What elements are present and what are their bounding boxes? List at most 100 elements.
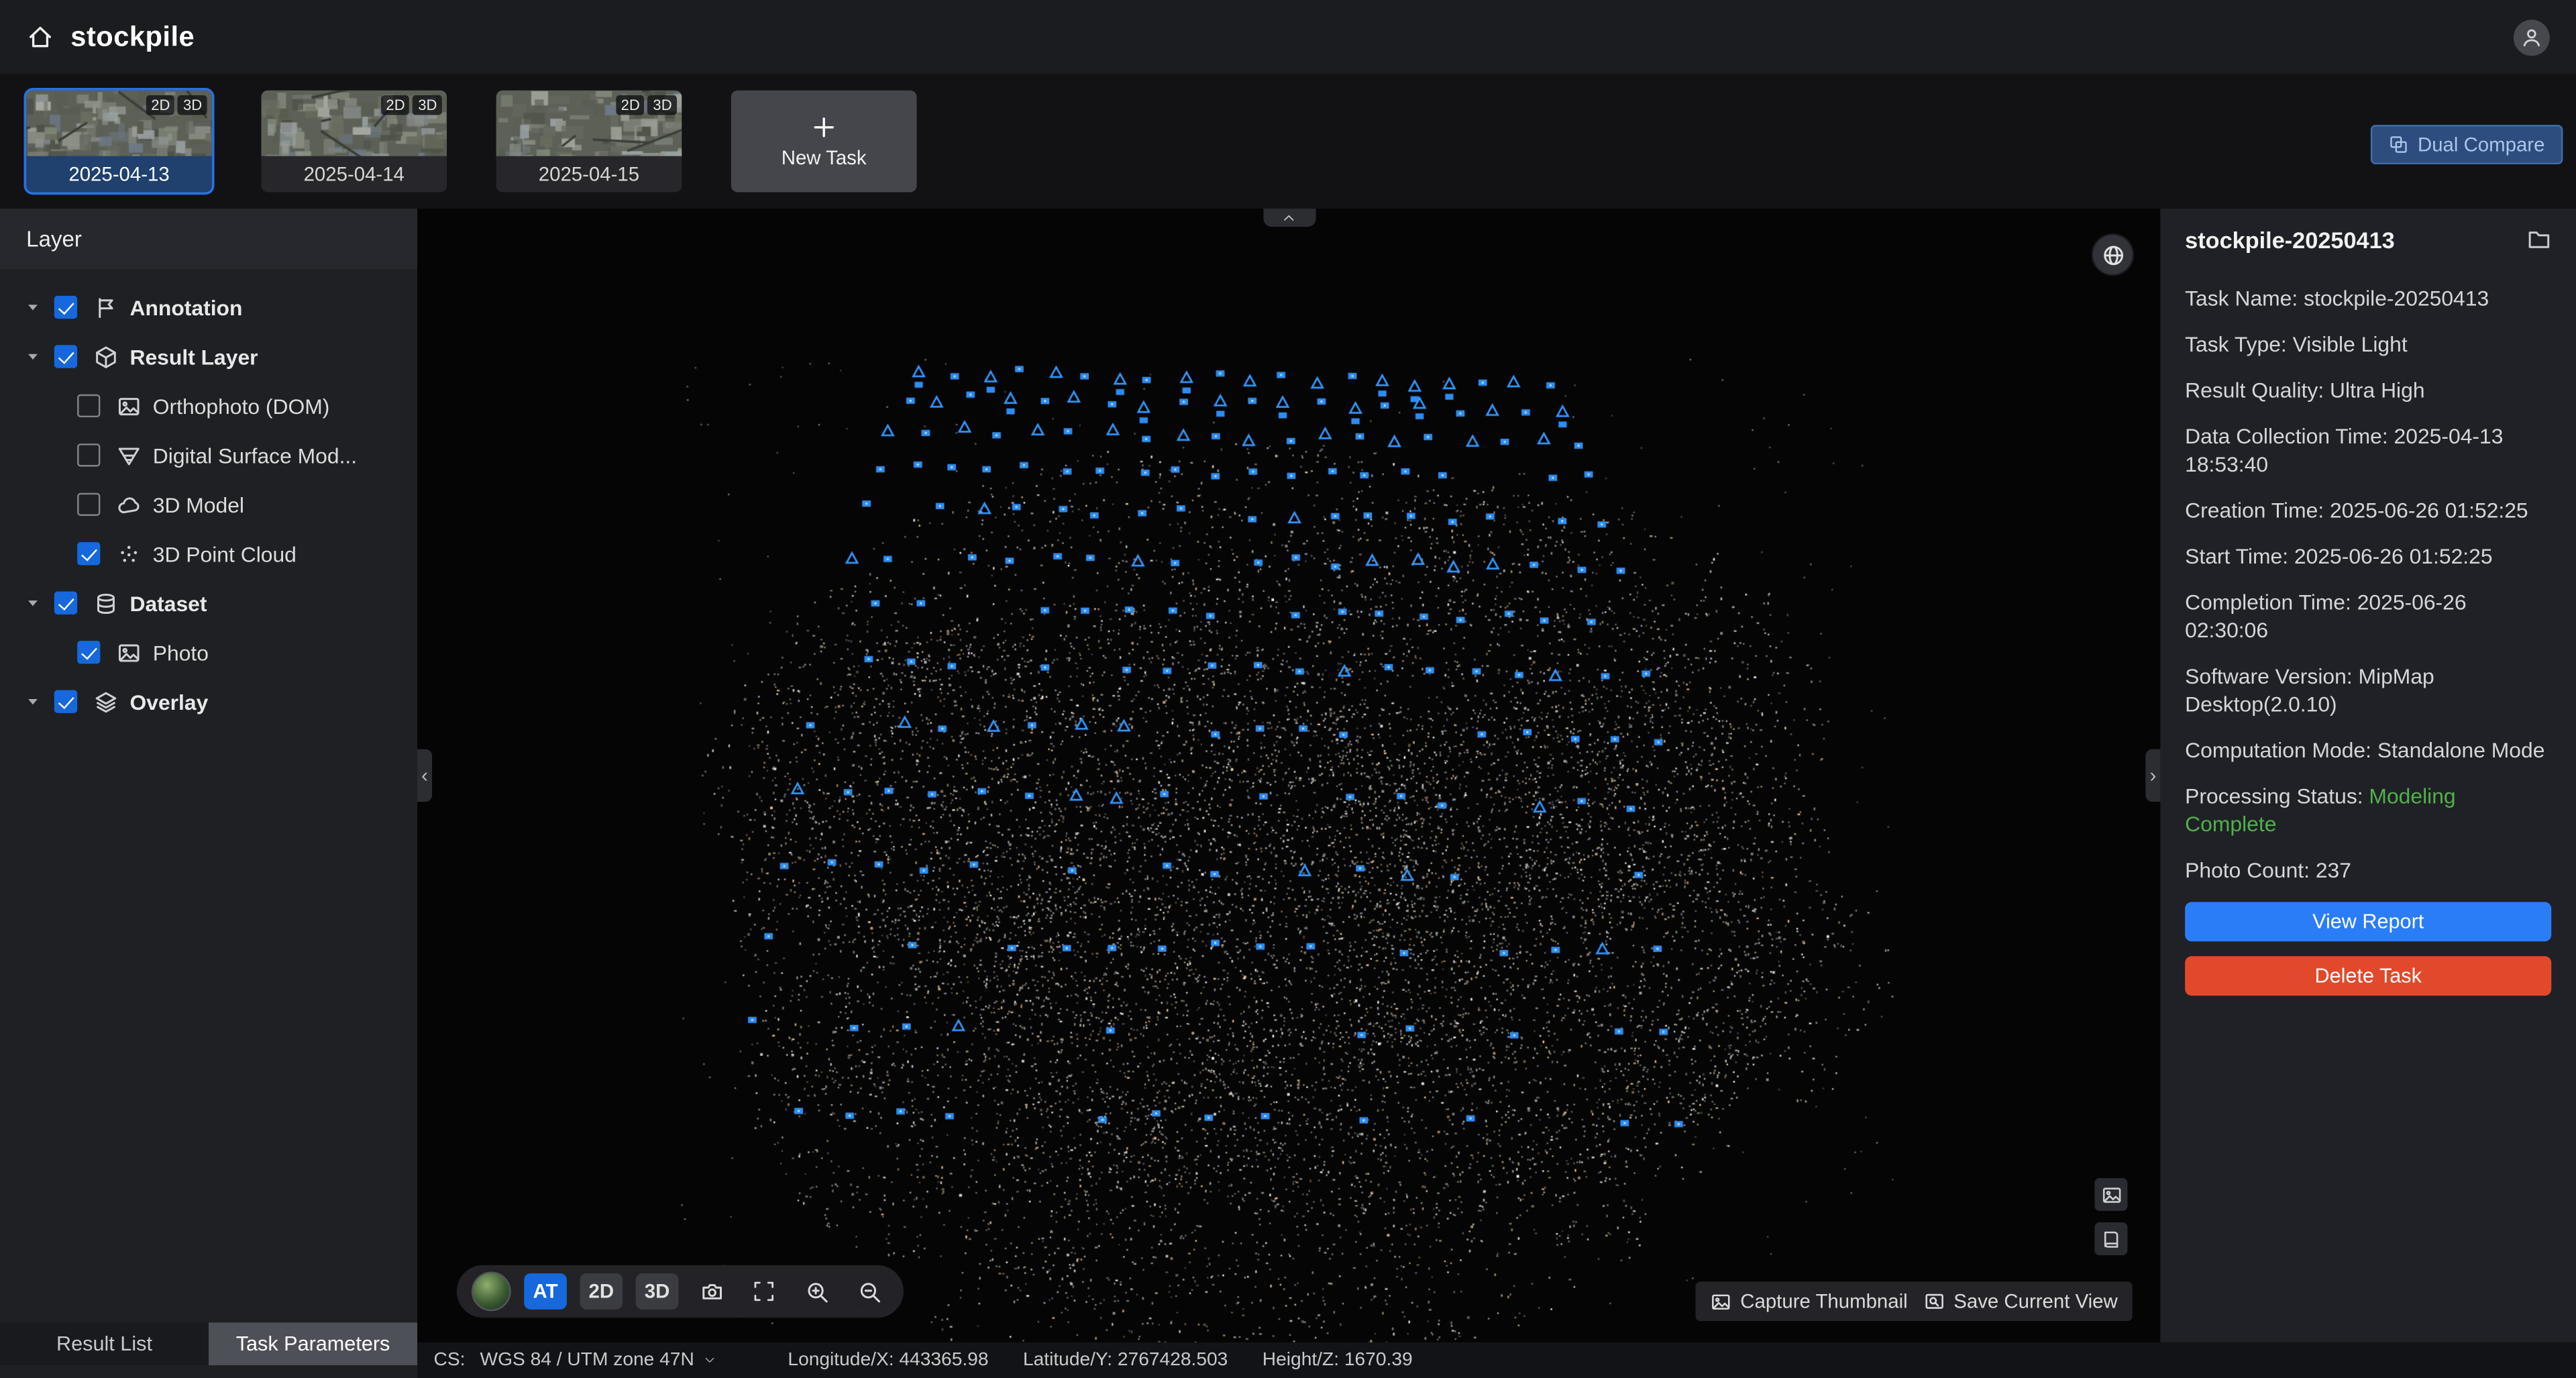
layer-item-digital-surface-mod[interactable]: Digital Surface Mod...: [0, 431, 417, 480]
layer-label: Digital Surface Mod...: [153, 443, 357, 468]
task-card-2025-04-13[interactable]: 2D3D2025-04-13: [26, 91, 212, 193]
save-current-view-label: Save Current View: [1953, 1289, 2117, 1312]
task-card-2025-04-15[interactable]: 2D3D2025-04-15: [496, 91, 682, 193]
checkbox-overlay[interactable]: [54, 690, 77, 713]
user-icon: [2520, 25, 2543, 48]
flag-icon: [93, 295, 117, 320]
layer-panel-title: Layer: [0, 209, 417, 270]
layer-item-result-layer[interactable]: Result Layer: [0, 332, 417, 381]
layer-label: 3D Model: [153, 492, 244, 517]
screenshot-button[interactable]: [692, 1273, 731, 1310]
mode-button-2d[interactable]: 2D: [580, 1273, 623, 1310]
checkbox-dataset[interactable]: [54, 592, 77, 615]
zoom-out-button[interactable]: [849, 1273, 889, 1310]
checkbox-3d-point-cloud[interactable]: [77, 542, 100, 565]
checkbox-3d-model[interactable]: [77, 493, 100, 516]
detail-header: stockpile-20250413: [2185, 209, 2551, 270]
checkbox-photo[interactable]: [77, 641, 100, 664]
compare-icon: [2388, 135, 2408, 154]
field-processing-status: Processing Status: Modeling Complete: [2185, 782, 2551, 838]
layer-sidebar: Layer Annotation Result Layer Orthophoto (…: [0, 209, 417, 1378]
viewer-toolbar: AT 2D 3D: [457, 1265, 904, 1318]
checkbox-digital-surface-mod[interactable]: [77, 443, 100, 466]
model-icon: [115, 491, 141, 517]
layer-item-annotation[interactable]: Annotation: [0, 282, 417, 331]
mode-button-at[interactable]: AT: [524, 1273, 567, 1310]
layer-label: 3D Point Cloud: [153, 541, 297, 566]
picture-icon: [116, 640, 141, 665]
tab-task-parameters[interactable]: Task Parameters: [209, 1322, 417, 1365]
cs-value: WGS 84 / UTM zone 47N: [480, 1350, 694, 1370]
expand-toggle[interactable]: [21, 348, 44, 364]
mode-button-3d[interactable]: 3D: [636, 1273, 679, 1310]
frame-select-button[interactable]: [744, 1273, 784, 1310]
capture-thumbnail-button[interactable]: Capture Thumbnail: [1711, 1289, 1907, 1312]
globe-icon: [2100, 242, 2125, 267]
delete-task-button[interactable]: Delete Task: [2185, 956, 2551, 996]
layer-label: Result Layer: [129, 344, 258, 369]
point-cloud-viewport[interactable]: [417, 209, 2160, 1342]
cube-icon: [92, 343, 118, 370]
home-icon: [26, 23, 54, 51]
camera-icon: [699, 1279, 724, 1304]
basemap-globe-button[interactable]: [2093, 235, 2133, 274]
twisty-down-icon: [25, 348, 41, 364]
app-title: stockpile: [70, 21, 195, 54]
minimap-button[interactable]: [2094, 1178, 2127, 1211]
badge-2d: 2D: [616, 95, 645, 115]
home-button[interactable]: [26, 23, 54, 51]
dataset-icon: [93, 590, 117, 615]
cs-selector[interactable]: WGS 84 / UTM zone 47N: [480, 1350, 716, 1370]
tab-result-list[interactable]: Result List: [0, 1322, 209, 1365]
field-result-quality: Result Quality: Ultra High: [2185, 376, 2551, 405]
task-fields: Task Name: stockpile-20250413Task Type: …: [2185, 284, 2551, 884]
zoom-out-icon: [857, 1279, 881, 1304]
layer-item-photo[interactable]: Photo: [0, 628, 417, 677]
layers-panel-button[interactable]: [2094, 1222, 2127, 1255]
panel-collapse-arrow[interactable]: ›: [2145, 749, 2160, 802]
basemap-thumbnail-button[interactable]: [472, 1272, 511, 1312]
chevron-up-icon: [1281, 210, 1296, 225]
checkbox-orthophoto-dom[interactable]: [77, 394, 100, 417]
expand-toggle[interactable]: [21, 595, 44, 611]
longitude-readout: Longitude/X: 443365.98: [788, 1350, 988, 1370]
folder-icon[interactable]: [2527, 227, 2552, 252]
camera-icon: [699, 1279, 724, 1304]
dual-compare-button[interactable]: Dual Compare: [2370, 125, 2563, 164]
view-report-button[interactable]: View Report: [2185, 902, 2551, 941]
new-task-button[interactable]: New Task: [731, 91, 917, 193]
capture-thumbnail-label: Capture Thumbnail: [1740, 1289, 1907, 1312]
field-software-version: Software Version: MipMap Desktop(2.0.10): [2185, 662, 2551, 718]
user-avatar[interactable]: [2514, 19, 2550, 55]
layer-item-3d-model[interactable]: 3D Model: [0, 480, 417, 529]
layer-item-orthophoto-dom[interactable]: Orthophoto (DOM): [0, 381, 417, 430]
task-date: 2025-04-15: [496, 156, 682, 193]
expand-toggle[interactable]: [21, 299, 44, 315]
plus-icon: [810, 113, 838, 142]
pointcloud-icon: [115, 541, 141, 567]
layer-label: Overlay: [129, 689, 208, 714]
expand-toggle[interactable]: [21, 693, 44, 709]
globe-icon: [2100, 242, 2125, 267]
layer-item-overlay[interactable]: Overlay: [0, 677, 417, 726]
height-readout: Height/Z: 1670.39: [1263, 1350, 1413, 1370]
task-date: 2025-04-14: [261, 156, 447, 193]
save-current-view-button[interactable]: Save Current View: [1924, 1289, 2118, 1312]
overlay-icon: [93, 689, 117, 714]
viewer-side-buttons: [2094, 1178, 2127, 1255]
zoom-in-button[interactable]: [797, 1273, 837, 1310]
viewer-collapse-button[interactable]: [1263, 209, 1315, 227]
layer-item-dataset[interactable]: Dataset: [0, 578, 417, 627]
sidebar-collapse-arrow[interactable]: ‹: [417, 749, 432, 802]
layer-label: Dataset: [129, 590, 207, 615]
checkbox-result-layer[interactable]: [54, 345, 77, 368]
task-detail-panel: stockpile-20250413 Task Name: stockpile-…: [2160, 209, 2576, 1342]
checkbox-annotation[interactable]: [54, 296, 77, 319]
dataset-icon: [92, 590, 118, 616]
book-icon: [2100, 1228, 2122, 1250]
task-card-2025-04-14[interactable]: 2D3D2025-04-14: [261, 91, 447, 193]
book-icon: [2100, 1228, 2122, 1250]
view-mode-buttons: AT 2D 3D: [524, 1273, 678, 1310]
zoom-in-icon: [804, 1279, 829, 1304]
layer-item-3d-point-cloud[interactable]: 3D Point Cloud: [0, 529, 417, 578]
